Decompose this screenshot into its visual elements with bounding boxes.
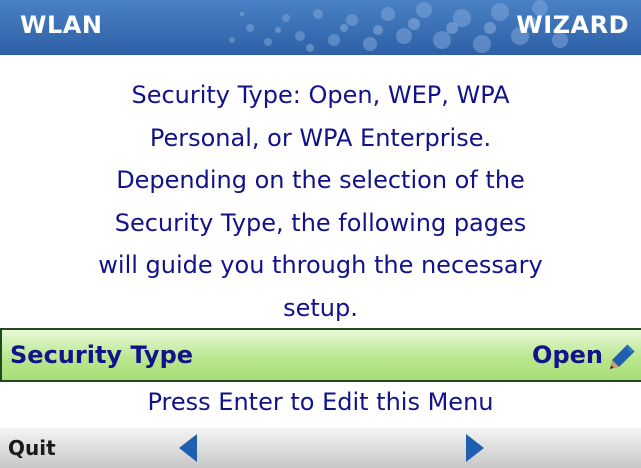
description-line: Security Type: Open, WEP, WPA: [131, 81, 510, 109]
description-line: will guide you through the necessary: [98, 251, 543, 279]
description-line: Security Type, the following pages: [114, 208, 527, 237]
header-title-wlan: WLAN: [20, 11, 103, 39]
edit-hint: Press Enter to Edit this Menu: [147, 388, 494, 416]
help-description: Security Type: Open, WEP, WPA Personal, …: [30, 74, 611, 329]
header-title-wizard: WIZARD: [516, 11, 629, 39]
description-line: Depending on the selection of the: [116, 166, 525, 194]
description-line: setup.: [283, 293, 358, 322]
menu-item-value: Open: [532, 341, 603, 369]
menu-item-security-type[interactable]: Security Type Open: [0, 328, 641, 382]
quit-button[interactable]: Quit: [8, 436, 56, 460]
softkey-bar: Quit: [0, 428, 641, 468]
right-arrow-icon[interactable]: [464, 432, 486, 464]
wlan-wizard-screen: WLAN WIZARD Security Type: Open, WEP, WP…: [0, 0, 641, 468]
description-line: Personal, or WPA Enterprise.: [149, 123, 492, 152]
pencil-icon[interactable]: [607, 342, 637, 372]
menu-item-label: Security Type: [10, 341, 194, 369]
left-arrow-icon[interactable]: [177, 432, 199, 464]
header-bar: WLAN WIZARD: [0, 0, 641, 55]
